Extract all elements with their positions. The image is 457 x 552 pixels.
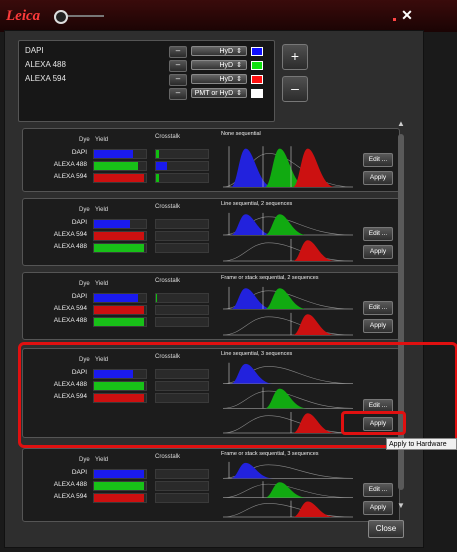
scroll-down-icon[interactable]: ▼ [397, 502, 405, 510]
spectrum-outline [222, 242, 354, 262]
title-bar: Leica ✕ [0, 0, 457, 32]
detector-select[interactable]: PMT or HyD ⇕ [191, 88, 247, 98]
edit-button[interactable]: Edit ... [363, 227, 393, 241]
apply-button[interactable]: Apply [363, 171, 393, 185]
detector-row: – PMT or HyD ⇕ [19, 86, 274, 100]
remove-channel-button[interactable]: – [169, 60, 187, 72]
edit-button[interactable]: Edit ... [363, 301, 393, 315]
emission-peak [293, 148, 335, 187]
detector-select-label: PMT or HyD [194, 90, 234, 97]
emission-peak [231, 148, 273, 187]
remove-dye-button[interactable]: – [282, 76, 308, 102]
detector-select-label: HyD [219, 48, 234, 55]
sequence-option-panel: Dye Yield Crosstalk Line sequential, 2 sequ… [22, 198, 400, 266]
status-dot [393, 18, 396, 21]
detector-row: ALEXA 594– HyD ⇕ [19, 72, 274, 86]
spectrum-plot [222, 146, 354, 188]
remove-channel-button[interactable]: – [169, 46, 187, 58]
detector-select-label: HyD [219, 76, 234, 83]
close-icon[interactable]: ✕ [400, 8, 414, 22]
spinner-icon: ⇕ [236, 76, 242, 83]
spinner-icon: ⇕ [236, 62, 242, 69]
detector-select[interactable]: HyD ⇕ [191, 46, 247, 56]
dye-name[interactable]: ALEXA 488 [25, 58, 66, 72]
apply-tooltip: Apply to Hardware [386, 438, 457, 450]
sequence-option-panel: Dye Yield Crosstalk Frame or stack sequenti… [22, 448, 400, 522]
add-dye-button[interactable]: + [282, 44, 308, 70]
spectrum-plot [222, 286, 354, 336]
remove-channel-button[interactable]: – [169, 88, 187, 100]
color-swatch[interactable] [251, 89, 263, 98]
color-swatch[interactable] [251, 47, 263, 56]
sequence-option-panel: Dye Yield Crosstalk Frame or stack sequenti… [22, 272, 400, 340]
detector-select[interactable]: HyD ⇕ [191, 74, 247, 84]
scroll-up-icon[interactable]: ▲ [397, 120, 405, 128]
spectrum-outline [222, 503, 354, 518]
opacity-slider-knob[interactable] [54, 10, 68, 24]
spinner-icon: ⇕ [236, 90, 242, 97]
dye-name[interactable]: DAPI [25, 44, 44, 58]
close-button[interactable]: Close [368, 520, 404, 538]
spectrum-plot [222, 212, 354, 262]
remove-channel-button[interactable]: – [169, 74, 187, 86]
emission-peak [231, 214, 273, 235]
spinner-icon: ⇕ [236, 48, 242, 55]
apply-button[interactable]: Apply [363, 319, 393, 333]
edit-button[interactable]: Edit ... [363, 153, 393, 167]
color-swatch[interactable] [251, 61, 263, 70]
detector-list: DAPI – HyD ⇕ ALEXA 488– HyD ⇕ ALEXA 594– HyD ⇕ – PM… [18, 40, 275, 122]
spectrum-outline [222, 316, 354, 336]
dye-name[interactable]: ALEXA 594 [25, 72, 66, 86]
highlight-annotation-apply [341, 411, 406, 435]
edit-button[interactable]: Edit ... [363, 483, 393, 497]
detector-select-label: HyD [219, 62, 234, 69]
panels-scrollbar[interactable]: ▲ ▼ [397, 120, 405, 510]
spectrum-plot [222, 461, 354, 518]
emission-peak [231, 462, 273, 479]
detector-select[interactable]: HyD ⇕ [191, 60, 247, 70]
apply-button[interactable]: Apply [363, 501, 393, 515]
apply-button[interactable]: Apply [363, 245, 393, 259]
color-swatch[interactable] [251, 75, 263, 84]
leica-logo: Leica [6, 8, 41, 24]
detector-row: DAPI – HyD ⇕ [19, 44, 274, 58]
emission-peak [231, 288, 273, 309]
sequence-option-panel: Dye Yield Crosstalk None sequential DAPI ALEX… [22, 128, 400, 192]
detector-row: ALEXA 488– HyD ⇕ [19, 58, 274, 72]
